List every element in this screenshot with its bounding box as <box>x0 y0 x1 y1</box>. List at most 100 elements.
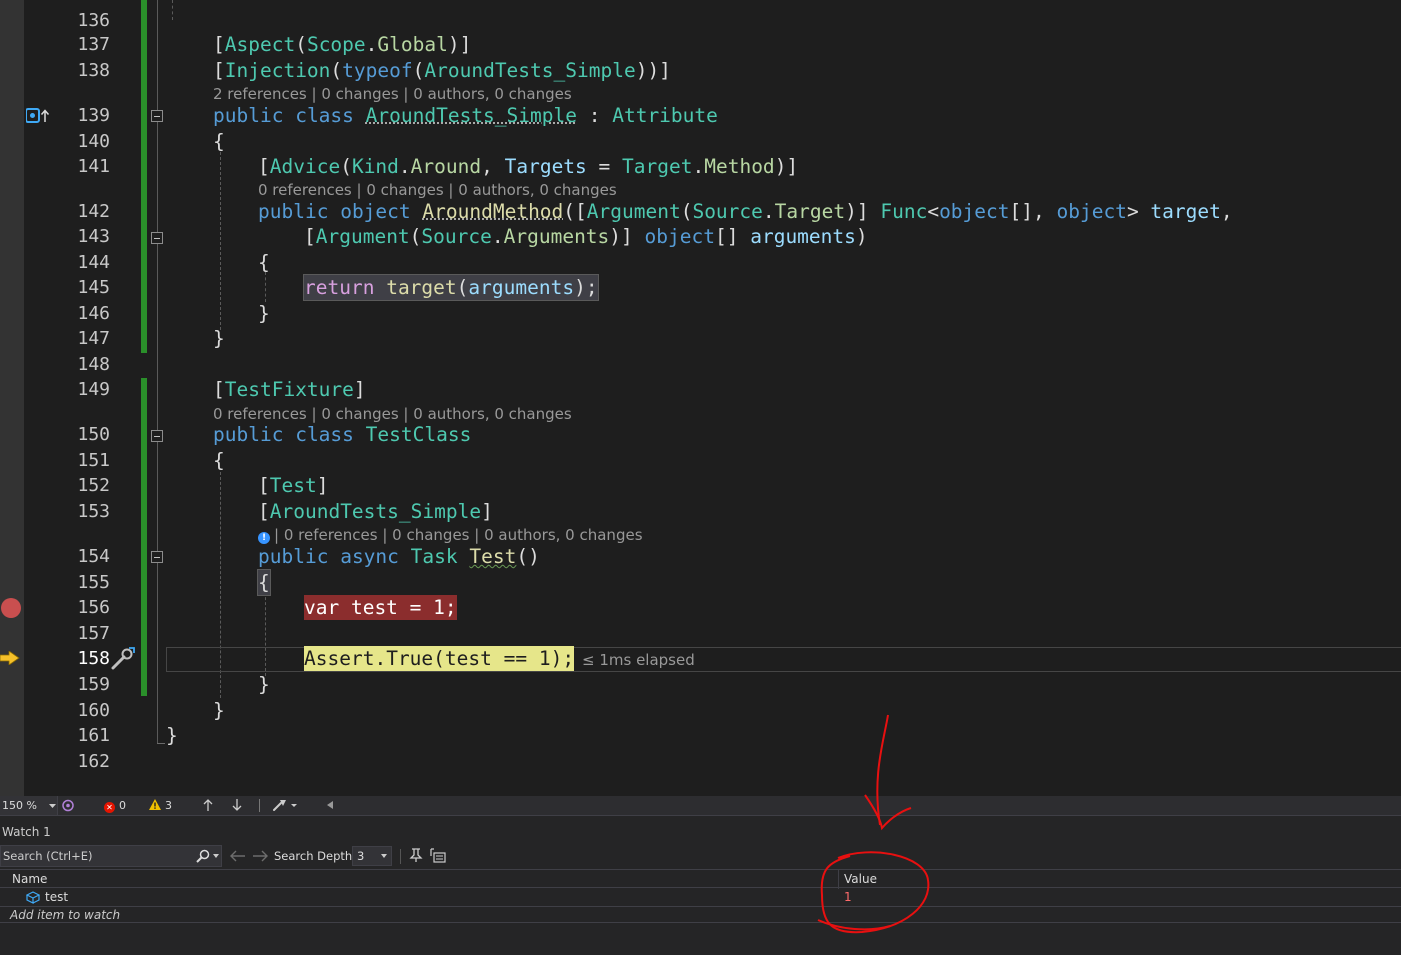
code-text: public class AroundTests_Simple : Attrib… <box>213 104 718 127</box>
code-line[interactable]: 145 return target(arguments); <box>0 274 1401 301</box>
search-input[interactable] <box>3 848 183 864</box>
line-number: 154 <box>77 546 110 567</box>
code-text: public object AroundMethod([Argument(Sou… <box>258 200 1233 223</box>
code-cleanup-icon[interactable] <box>272 798 300 812</box>
code-line[interactable]: 140 { <box>0 129 1401 154</box>
search-box[interactable] <box>0 845 222 867</box>
code-line[interactable]: 162 <box>0 749 1401 774</box>
line-number: 158 <box>77 648 110 669</box>
local-variable-icon <box>26 891 40 904</box>
error-count[interactable]: ✕ 0 <box>104 798 126 813</box>
line-number: 148 <box>77 354 110 375</box>
code-line[interactable]: 153 [AroundTests_Simple] <box>0 499 1401 524</box>
column-splitter[interactable] <box>838 870 839 889</box>
separator <box>400 849 401 864</box>
code-line[interactable]: 155 { <box>0 569 1401 596</box>
code-lens[interactable]: ! | 0 references | 0 changes | 0 authors,… <box>258 525 643 545</box>
editor-status-strip: 150 % ✕ 0 3 <box>0 796 1401 815</box>
line-number: 150 <box>77 424 110 445</box>
hex-display-icon[interactable] <box>430 848 446 863</box>
copilot-icon[interactable] <box>61 799 75 812</box>
code-text: } <box>166 724 178 747</box>
search-depth-label: Search Depth: <box>274 849 357 863</box>
watch-item-name[interactable]: test <box>45 890 68 904</box>
panel-title: Watch 1 <box>2 825 51 839</box>
line-number: 155 <box>77 572 110 593</box>
watch-window: Watch 1 Search Depth: 3 Name Value test … <box>0 815 1401 955</box>
arrow-up-icon[interactable] <box>203 799 213 811</box>
back-arrow-icon[interactable] <box>230 850 246 862</box>
code-text: { <box>213 449 225 472</box>
code-line[interactable]: 154 public async Task Test() <box>0 544 1401 569</box>
code-lens[interactable]: 2 references | 0 changes | 0 authors, 0 … <box>213 84 572 104</box>
separator <box>259 799 260 812</box>
add-watch-row[interactable]: Add item to watch <box>0 906 1401 923</box>
code-text: } <box>258 302 270 325</box>
line-number: 140 <box>77 131 110 152</box>
code-text: { <box>258 251 270 274</box>
warning-icon <box>149 799 161 810</box>
code-line[interactable]: 156 var test = 1; <box>0 595 1401 620</box>
code-line[interactable]: 142 public object AroundMethod([Argument… <box>0 199 1401 224</box>
code-lens[interactable]: 0 references | 0 changes | 0 authors, 0 … <box>258 180 617 200</box>
column-header-value[interactable]: Value <box>844 872 877 886</box>
breakpoint-statement: var test = 1; <box>304 595 457 620</box>
code-text: [Argument(Source.Arguments)] object[] ar… <box>304 225 868 248</box>
code-line[interactable]: 136 <box>0 8 1401 33</box>
warning-count[interactable]: 3 <box>149 798 172 813</box>
code-line[interactable]: 149 [TestFixture] <box>0 377 1401 402</box>
line-number: 151 <box>77 450 110 471</box>
code-text: [AroundTests_Simple] <box>258 500 493 523</box>
code-editor[interactable]: 136 137 [Aspect(Scope.Global)] 138 [Inje… <box>0 0 1401 796</box>
line-number: 152 <box>77 475 110 496</box>
code-text: public async Task Test() <box>258 545 540 568</box>
perf-tip[interactable]: ≤ 1ms elapsed <box>582 650 695 670</box>
code-line[interactable]: 158 Assert.True(test == 1); <box>0 646 1401 671</box>
line-number: 141 <box>77 156 110 177</box>
info-icon[interactable]: ! <box>258 532 270 544</box>
code-line[interactable]: 146 } <box>0 301 1401 326</box>
zoom-dropdown[interactable]: 150 % <box>0 796 58 815</box>
code-line[interactable]: 139 public class AroundTests_Simple : At… <box>0 103 1401 128</box>
code-text: [Advice(Kind.Around, Targets = Target.Me… <box>258 155 799 178</box>
code-line[interactable]: 150 public class TestClass <box>0 422 1401 447</box>
scroll-left-icon[interactable] <box>327 801 333 809</box>
watch-grid-header: Name Value <box>0 869 1401 889</box>
code-line[interactable]: 137 [Aspect(Scope.Global)] <box>0 32 1401 57</box>
search-depth-select[interactable]: 3 <box>352 846 392 866</box>
line-number: 153 <box>77 501 110 522</box>
code-text: { <box>257 569 271 596</box>
code-line[interactable]: 147 } <box>0 326 1401 351</box>
code-line[interactable]: 152 [Test] <box>0 473 1401 498</box>
pin-icon[interactable] <box>409 848 423 863</box>
code-text: public class TestClass <box>213 423 472 446</box>
watch-row[interactable]: test 1 <box>0 889 1401 906</box>
watch-item-value[interactable]: 1 <box>844 890 852 904</box>
chevron-down-icon[interactable] <box>213 854 219 858</box>
forward-arrow-icon[interactable] <box>252 850 268 862</box>
search-icon[interactable] <box>196 849 210 863</box>
code-lens-text: | 0 references | 0 changes | 0 authors, … <box>274 526 643 544</box>
code-line[interactable]: 151 { <box>0 448 1401 473</box>
line-number: 156 <box>77 597 110 618</box>
line-number: 137 <box>77 34 110 55</box>
code-line[interactable]: 141 [Advice(Kind.Around, Targets = Targe… <box>0 154 1401 179</box>
line-number: 161 <box>77 725 110 746</box>
line-number: 144 <box>77 252 110 273</box>
line-number: 160 <box>77 700 110 721</box>
code-line[interactable]: 161 } <box>0 723 1401 748</box>
code-line[interactable]: 143 [Argument(Source.Arguments)] object[… <box>0 224 1401 249</box>
warning-count-value: 3 <box>165 799 172 812</box>
chevron-down-icon <box>381 854 387 858</box>
code-line[interactable]: 144 { <box>0 250 1401 275</box>
code-lens[interactable]: 0 references | 0 changes | 0 authors, 0 … <box>213 404 572 424</box>
code-line[interactable]: 160 } <box>0 698 1401 723</box>
column-header-name[interactable]: Name <box>12 872 47 886</box>
add-item-prompt[interactable]: Add item to watch <box>10 908 120 922</box>
line-number: 139 <box>77 105 110 126</box>
code-line[interactable]: 157 <box>0 621 1401 646</box>
code-line[interactable]: 159 } <box>0 672 1401 697</box>
code-line[interactable]: 138 [Injection(typeof(AroundTests_Simple… <box>0 58 1401 83</box>
arrow-down-icon[interactable] <box>232 799 242 811</box>
code-line[interactable]: 148 <box>0 352 1401 377</box>
